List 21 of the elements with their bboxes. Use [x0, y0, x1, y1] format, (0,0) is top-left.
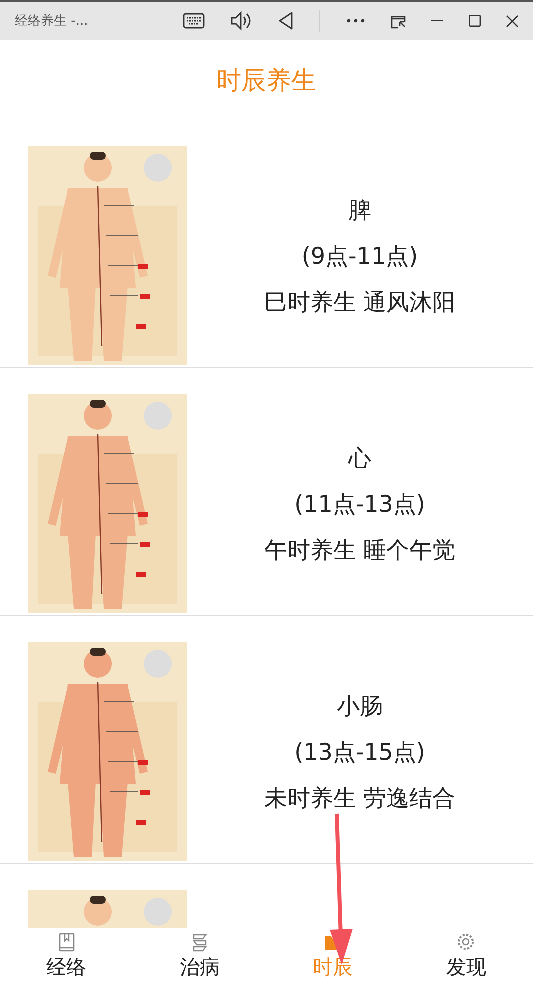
advice-text: 未时养生 劳逸结合 [264, 785, 456, 814]
page-title: 时辰养生 [216, 64, 316, 96]
window-title: 经络养生 -... [15, 13, 90, 30]
organ-name: 脾 [348, 197, 372, 226]
maximize-icon[interactable] [468, 15, 481, 27]
gear-icon [456, 932, 476, 952]
window-pointer-icon[interactable] [390, 14, 406, 28]
minimize-icon[interactable] [431, 20, 444, 22]
time-range: (13点-15点) [294, 739, 426, 768]
back-icon[interactable] [278, 11, 294, 31]
speaker-icon[interactable] [230, 11, 252, 31]
advice-text: 午时养生 睡个午觉 [264, 537, 456, 566]
book-icon [56, 932, 77, 952]
time-range: (9点-11点) [302, 243, 418, 272]
keyboard-icon[interactable] [183, 13, 205, 29]
advice-text: 巳时养生 通风沐阳 [264, 289, 456, 318]
close-icon[interactable] [506, 14, 519, 28]
more-icon[interactable] [346, 18, 366, 24]
organ-name: 小肠 [337, 693, 383, 722]
time-range: (11点-13点) [294, 491, 426, 520]
organ-name: 心 [348, 445, 372, 474]
